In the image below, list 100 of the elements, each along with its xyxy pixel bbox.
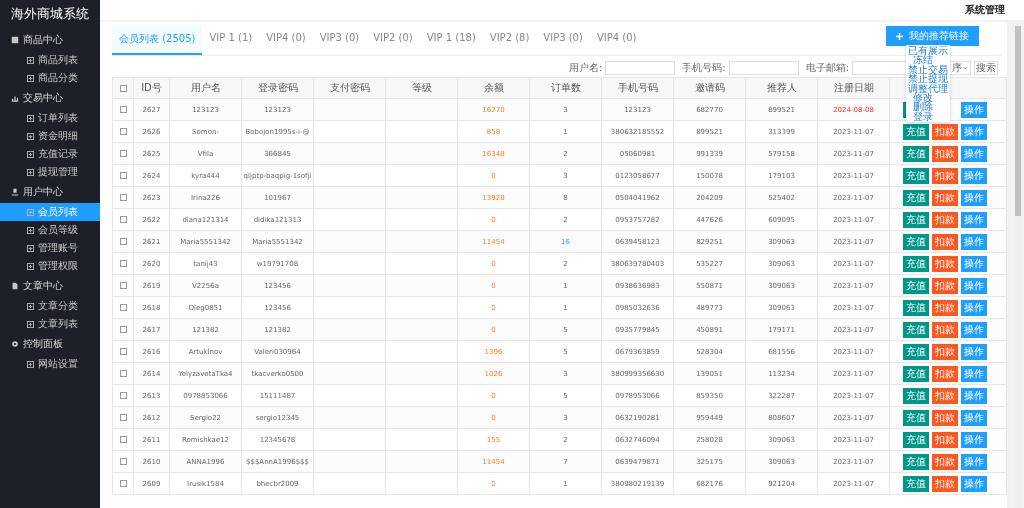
checkbox[interactable] [119, 85, 127, 92]
tab[interactable]: VIP3 (0) [312, 26, 367, 55]
checkbox[interactable] [119, 370, 127, 378]
recharge-button[interactable]: 充值 [903, 211, 929, 228]
deduct-button[interactable]: 扣款 [932, 167, 958, 184]
operate-button[interactable]: 操作 [961, 299, 987, 316]
checkbox[interactable] [119, 150, 127, 158]
deduct-button[interactable]: 扣款 [932, 277, 958, 294]
menu-item[interactable]: 登录 [908, 111, 949, 122]
input-field[interactable] [605, 61, 676, 75]
sidebar-item[interactable]: 订单列表 [0, 109, 100, 127]
tab[interactable]: VIP 1 (1) [202, 26, 260, 55]
sidebar-item[interactable]: 资金明细 [0, 127, 100, 145]
checkbox[interactable] [119, 282, 127, 290]
tab[interactable]: 会员列表 (2505) [112, 26, 203, 55]
referral-link-button[interactable]: 我的推荐链接 [886, 26, 979, 46]
deduct-button[interactable]: 扣款 [932, 453, 958, 470]
sidebar-item[interactable]: 提现管理 [0, 163, 100, 181]
sidebar-item[interactable]: 管理账号 [0, 239, 100, 257]
sidebar-item[interactable]: 会员列表 [0, 203, 100, 221]
sidebar-item[interactable]: 商品列表 [0, 51, 100, 69]
deduct-button[interactable]: 扣款 [932, 431, 958, 448]
checkbox[interactable] [119, 304, 127, 312]
deduct-button[interactable]: 扣款 [932, 189, 958, 206]
sidebar-item[interactable]: 网站设置 [0, 355, 100, 373]
deduct-button[interactable]: 扣款 [932, 475, 958, 492]
deduct-button[interactable]: 扣款 [932, 123, 958, 140]
sidebar-item[interactable]: 会员等级 [0, 221, 100, 239]
deduct-button[interactable]: 扣款 [932, 365, 958, 382]
menu-item[interactable]: 已有展示 [908, 46, 949, 56]
recharge-button[interactable]: 充值 [903, 343, 929, 360]
search-button[interactable]: 搜索 [974, 61, 998, 75]
checkbox[interactable] [119, 480, 127, 488]
recharge-button[interactable]: 充值 [903, 145, 929, 162]
deduct-button[interactable]: 扣款 [932, 211, 958, 228]
tab[interactable]: VIP4 (0) [589, 26, 644, 55]
operate-button[interactable]: 操作 [961, 409, 987, 426]
menu-item[interactable]: 禁止提现 [908, 74, 949, 84]
operate-button[interactable]: 操作 [961, 321, 987, 338]
deduct-button[interactable]: 扣款 [932, 299, 958, 316]
sidebar-item[interactable]: 充值记录 [0, 145, 100, 163]
menu-group-label[interactable]: 控制面板 [23, 337, 63, 351]
recharge-button[interactable]: 充值 [903, 431, 929, 448]
menu-item[interactable]: 修改 [908, 93, 949, 103]
deduct-button[interactable]: 扣款 [932, 321, 958, 338]
checkbox[interactable] [119, 238, 127, 246]
checkbox[interactable] [119, 436, 127, 444]
menu-item[interactable]: 调整代理 [908, 83, 949, 94]
recharge-button[interactable]: 充值 [903, 299, 929, 316]
recharge-button[interactable]: 充值 [903, 387, 929, 404]
tab[interactable]: VIP2 (8) [482, 26, 537, 55]
operate-button[interactable]: 操作 [961, 343, 987, 360]
checkbox[interactable] [119, 106, 127, 114]
menu-item[interactable]: 删除 [908, 102, 949, 112]
recharge-button[interactable]: 充值 [903, 123, 929, 140]
checkbox[interactable] [119, 348, 127, 356]
operate-button[interactable]: 操作 [961, 211, 987, 228]
deduct-button[interactable]: 扣款 [932, 409, 958, 426]
tab[interactable]: VIP3 (0) [536, 26, 590, 55]
deduct-button[interactable]: 扣款 [932, 343, 958, 360]
operate-button[interactable]: 操作 [961, 123, 987, 140]
recharge-button[interactable]: 充值 [903, 453, 929, 470]
operate-button[interactable]: 操作 [961, 365, 987, 382]
checkbox[interactable] [119, 392, 127, 400]
recharge-button[interactable]: 充值 [903, 167, 929, 184]
checkbox[interactable] [119, 128, 127, 136]
operate-button[interactable]: 操作 [961, 167, 987, 184]
deduct-button[interactable]: 扣款 [932, 255, 958, 272]
checkbox[interactable] [119, 260, 127, 268]
recharge-button[interactable]: 充值 [903, 277, 929, 294]
recharge-button[interactable]: 充值 [903, 475, 929, 492]
sidebar-item[interactable]: 管理权限 [0, 257, 100, 275]
operate-button[interactable]: 操作 [961, 475, 987, 492]
deduct-button[interactable]: 扣款 [932, 145, 958, 162]
sidebar-item[interactable]: 商品分类 [0, 69, 100, 87]
tab[interactable]: VIP2 (0) [366, 26, 420, 55]
operate-button[interactable]: 操作 [961, 233, 987, 250]
operate-button[interactable]: 操作 [961, 145, 987, 162]
operate-button[interactable]: 操作 [961, 255, 987, 272]
recharge-button[interactable]: 充值 [903, 321, 929, 338]
tab[interactable]: VIP4 (0) [259, 26, 313, 55]
tab[interactable]: VIP 1 (18) [419, 26, 483, 55]
recharge-button[interactable]: 充值 [903, 255, 929, 272]
operate-button[interactable]: 操作 [961, 431, 987, 448]
checkbox[interactable] [119, 414, 127, 422]
operate-button[interactable]: 操作 [961, 277, 987, 294]
input-field[interactable] [728, 61, 799, 75]
checkbox[interactable] [119, 172, 127, 180]
menu-group-label[interactable]: 文章中心 [23, 279, 63, 293]
checkbox[interactable] [119, 194, 127, 202]
sidebar-item[interactable]: 文章列表 [0, 315, 100, 333]
menu-group-label[interactable]: 商品中心 [23, 33, 63, 47]
recharge-button[interactable]: 充值 [903, 365, 929, 382]
operate-button[interactable]: 操作 [961, 387, 987, 404]
operate-button[interactable]: 操作 [961, 453, 987, 470]
checkbox[interactable] [119, 458, 127, 466]
recharge-button[interactable]: 充值 [903, 233, 929, 250]
deduct-button[interactable]: 扣款 [932, 233, 958, 250]
menu-group-label[interactable]: 用户中心 [23, 185, 63, 199]
deduct-button[interactable]: 扣款 [932, 387, 958, 404]
